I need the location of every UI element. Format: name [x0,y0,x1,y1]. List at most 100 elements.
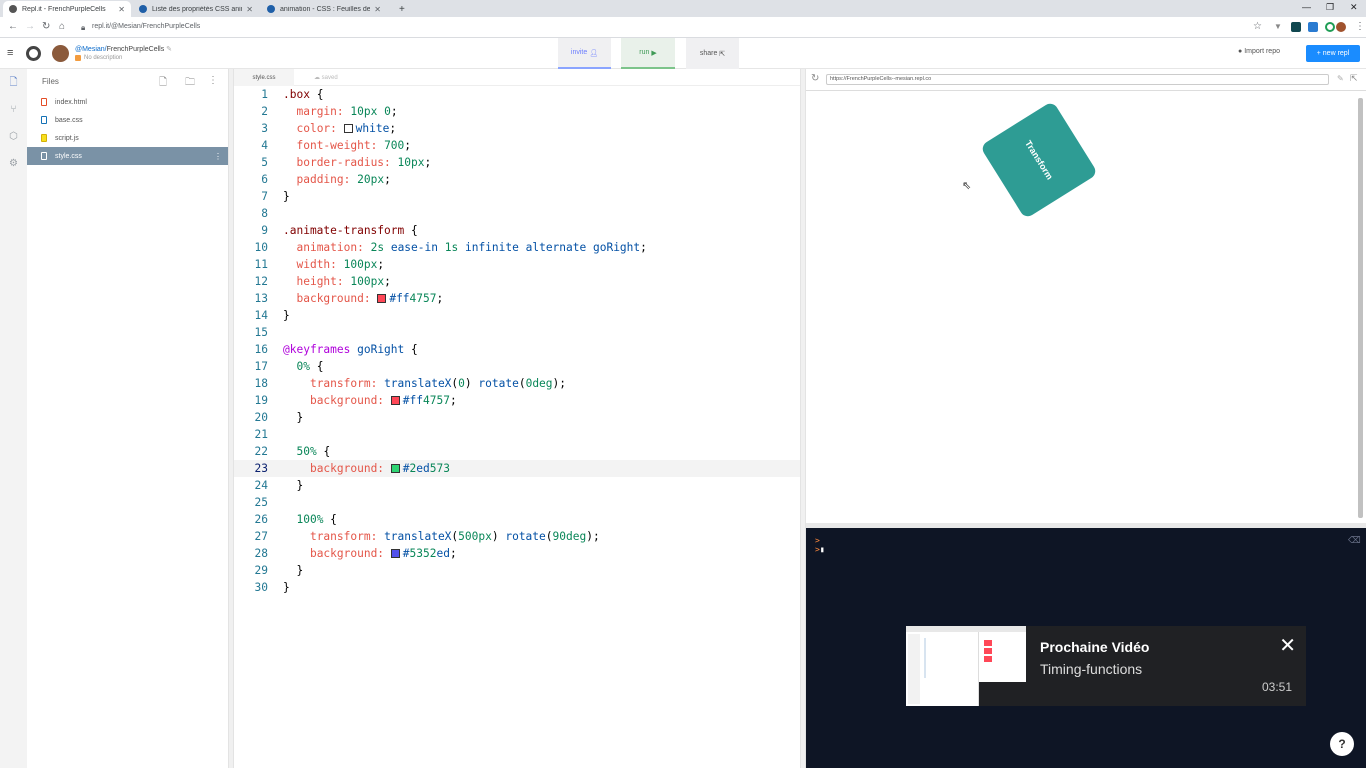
code-line[interactable]: 7} [234,188,800,205]
code-line[interactable]: 1 .box { [234,86,800,103]
home-icon[interactable]: ⌂ [59,21,65,32]
html-file-icon [41,98,47,106]
new-file-icon[interactable]: 🗋︎ [159,75,167,92]
edit-pencil-icon[interactable]: ✎ [166,46,172,53]
replit-logo-icon[interactable] [26,46,41,61]
code-text: .box { [283,88,324,101]
extension-filter-icon[interactable]: ▼ [1274,22,1284,32]
line-number: 2 [261,105,268,118]
mdn-favicon-icon [267,5,275,13]
files-icon[interactable]: 🗋︎ [8,77,19,88]
line-number: 12 [254,275,268,288]
code-line[interactable]: 15 [234,324,800,341]
minimize-icon[interactable]: — [1302,2,1311,12]
code-line[interactable]: 2 margin: 10px 0; [234,103,800,120]
run-button[interactable]: run ▶ [621,38,675,69]
html-icon [75,55,81,61]
code-line[interactable]: 21 [234,426,800,443]
extension-icon[interactable] [1325,22,1335,32]
new-tab-button[interactable]: + [393,1,407,17]
window-close-icon[interactable]: ✕ [1350,2,1358,13]
avatar[interactable] [52,45,69,62]
code-line[interactable]: 5 border-radius: 10px; [234,154,800,171]
code-line[interactable]: 26 100% { [234,511,800,528]
line-number: 21 [254,428,268,441]
reload-icon[interactable]: ↻ [811,73,819,84]
code-line[interactable]: 20 } [234,409,800,426]
file-more-icon[interactable]: ⋮ [214,152,222,161]
code-line[interactable]: 30} [234,579,800,596]
line-number: 29 [254,564,268,577]
url-field[interactable]: repl.it/@Mesian/FrenchPurpleCells [92,23,200,30]
share-button[interactable]: share ⇱ [686,38,739,69]
code-line[interactable]: 18 transform: translateX(0) rotate(0deg)… [234,375,800,392]
close-icon[interactable]: ✕ [374,5,381,14]
profile-avatar[interactable] [1336,22,1346,32]
tab-style-css[interactable]: style.css [234,69,294,86]
new-repl-button[interactable]: + new repl [1306,45,1360,62]
code-line[interactable]: 29 } [234,562,800,579]
browser-tab-replit[interactable]: Repl.it - FrenchPurpleCells ✕ [3,1,131,17]
new-folder-icon[interactable]: 🗀︎ [185,75,195,92]
file-index-html[interactable]: index.html [27,93,228,111]
extension-icon[interactable] [1308,22,1318,32]
clear-console-icon[interactable]: ⌫ [1348,535,1361,546]
code-line[interactable]: 13 background: #ff4757; [234,290,800,307]
version-control-icon[interactable]: ⑂ [8,104,19,115]
code-line[interactable]: 10 animation: 2s ease-in 1s infinite alt… [234,239,800,256]
preview-scrollbar[interactable] [1358,98,1363,518]
code-line[interactable]: 11 width: 100px; [234,256,800,273]
forward-icon[interactable]: → [25,21,35,32]
code-line[interactable]: 17 0% { [234,358,800,375]
code-line[interactable]: 16 @keyframes goRight { [234,341,800,358]
close-icon[interactable]: ✕ [246,5,253,14]
code-line[interactable]: 4 font-weight: 700; [234,137,800,154]
open-external-icon[interactable]: ⇱ [1350,73,1358,84]
preview-url-field[interactable]: https://FrenchPurpleCells--mesian.repl.c… [826,74,1329,85]
help-button[interactable]: ? [1330,732,1354,756]
repl-description[interactable]: No description [84,55,122,61]
code-line[interactable]: 19 background: #ff4757; [234,392,800,409]
code-line[interactable]: 24 } [234,477,800,494]
code-line[interactable]: 8 [234,205,800,222]
code-editor[interactable]: 1 .box {2 margin: 10px 0; 3 color: white; 4… [234,86,800,768]
settings-gear-icon[interactable]: ⚙ [8,158,19,169]
code-line[interactable]: 23 background: #2ed573 [234,460,800,477]
back-icon[interactable]: ← [8,21,18,32]
hamburger-menu-icon[interactable]: ≡ [7,47,13,59]
restore-icon[interactable]: ❐ [1326,2,1334,13]
code-line[interactable]: 25 [234,494,800,511]
invite-button[interactable]: invite 👤︎ [558,38,611,69]
close-icon[interactable]: ✕ [118,5,125,14]
code-line[interactable]: 9 .animate-transform { [234,222,800,239]
line-number: 28 [254,547,268,560]
code-line[interactable]: 14} [234,307,800,324]
code-line[interactable]: 27 transform: translateX(500px) rotate(9… [234,528,800,545]
packages-icon[interactable]: ⬡ [8,131,19,142]
code-line[interactable]: 12 height: 100px; [234,273,800,290]
css-file-icon [41,152,47,160]
code-line[interactable]: 28 background: #5352ed; [234,545,800,562]
next-video-thumbnail[interactable] [906,626,1026,706]
menu-dots-icon[interactable]: ⋮ [1355,21,1365,32]
browser-tab-animation[interactable]: animation - CSS : Feuilles de styl ✕ [261,1,387,17]
bookmark-star-icon[interactable]: ☆ [1253,21,1262,32]
code-line[interactable]: 22 50% { [234,443,800,460]
lock-icon: 🔒︎ [81,23,86,32]
edit-pencil-icon[interactable]: ✎ [1337,74,1344,83]
code-text: font-weight: 700; [296,139,412,152]
file-base-css[interactable]: base.css [27,111,228,129]
reload-icon[interactable]: ↻ [42,21,50,32]
code-line[interactable]: 6 padding: 20px; [234,171,800,188]
file-style-css[interactable]: style.css ⋮ [27,147,228,165]
code-line[interactable]: 3 color: white; [234,120,800,137]
next-video-card[interactable]: Prochaine Vidéo Timing-functions 03:51 ✕ [906,626,1306,706]
close-icon[interactable]: ✕ [1279,633,1296,658]
file-script-js[interactable]: script.js [27,129,228,147]
import-repo-button[interactable]: ● Import repo [1238,48,1280,55]
repl-title[interactable]: @Mesian/FrenchPurpleCells ✎ [75,45,172,53]
more-options-icon[interactable]: ⋮ [208,75,218,86]
thumb-code [924,638,972,678]
extension-icon[interactable] [1291,22,1301,32]
browser-tab-css-list[interactable]: Liste des propriétés CSS animé ✕ [133,1,259,17]
